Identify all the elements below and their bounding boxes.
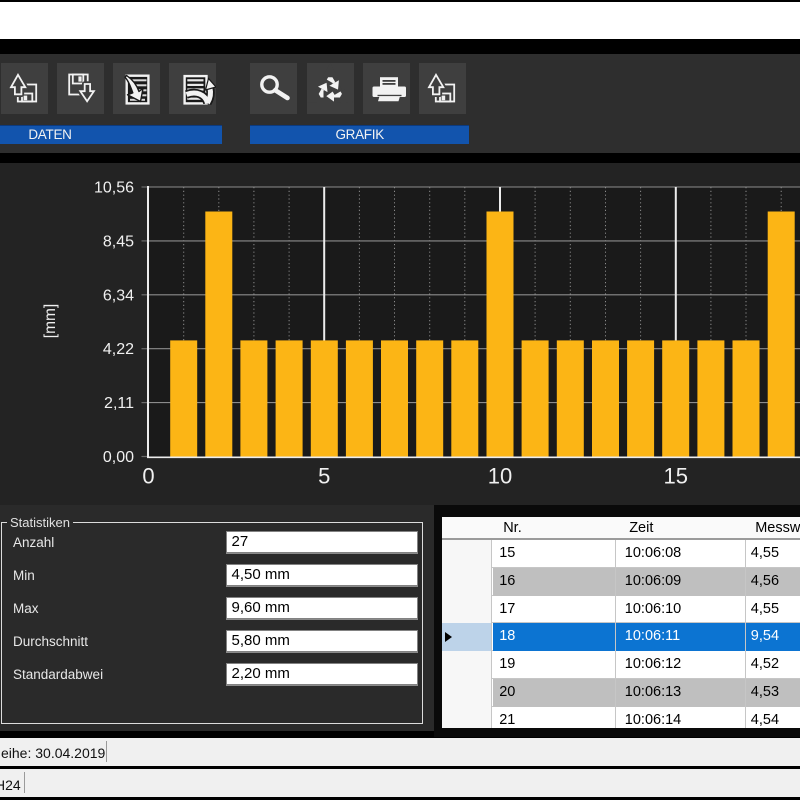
svg-text:[mm]: [mm] bbox=[42, 304, 59, 338]
svg-text:8,45: 8,45 bbox=[103, 233, 134, 250]
svg-text:0: 0 bbox=[142, 464, 154, 489]
svg-text:4,22: 4,22 bbox=[103, 341, 134, 358]
svg-text:15: 15 bbox=[664, 464, 688, 489]
svg-text:2,11: 2,11 bbox=[104, 395, 134, 412]
svg-text:10,56: 10,56 bbox=[94, 180, 134, 197]
svg-text:0,00: 0,00 bbox=[103, 449, 134, 466]
svg-text:6,34: 6,34 bbox=[103, 287, 134, 304]
svg-text:5: 5 bbox=[318, 464, 330, 489]
svg-text:10: 10 bbox=[488, 464, 512, 489]
